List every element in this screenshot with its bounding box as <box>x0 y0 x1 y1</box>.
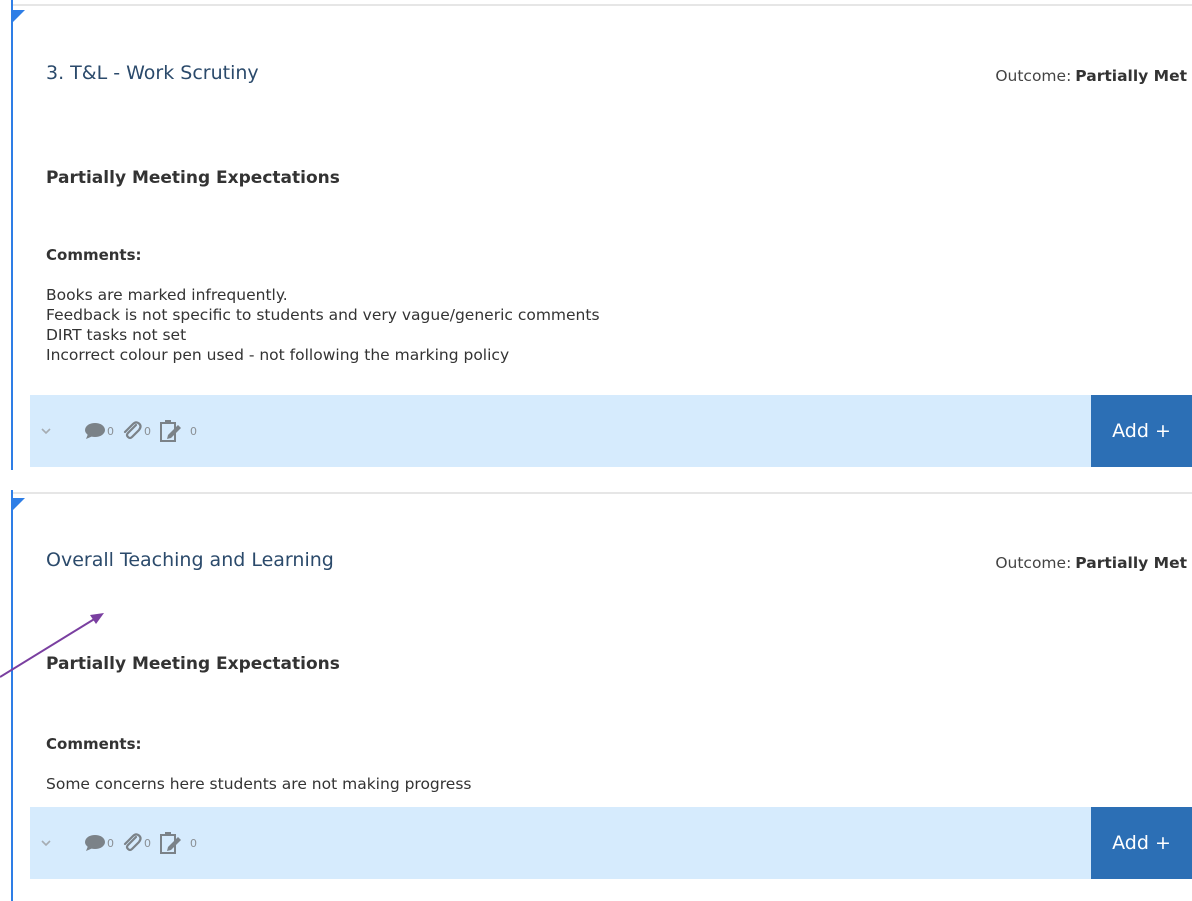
comment-count: 0 <box>107 424 114 438</box>
task-count: 0 <box>190 424 197 438</box>
attachment-count: 0 <box>144 424 151 438</box>
outcome-value: Partially Met <box>1075 554 1187 572</box>
review-card-overall-teaching: Overall Teaching and Learning Outcome: Pa… <box>11 490 1192 901</box>
expectation-heading: Partially Meeting Expectations <box>46 168 340 188</box>
actions-bar: 0 0 0 Add + <box>30 807 1192 879</box>
outcome-label: Outcome: <box>995 67 1072 85</box>
tasks-counter[interactable]: 0 <box>158 831 200 855</box>
comment-icon <box>85 835 105 851</box>
attachment-count: 0 <box>144 836 151 850</box>
edit-task-icon <box>160 832 181 854</box>
task-count: 0 <box>190 836 197 850</box>
comment-line: Some concerns here students are not maki… <box>46 775 472 793</box>
paperclip-icon <box>123 833 142 852</box>
outcome-value: Partially Met <box>1075 67 1187 85</box>
comments-label: Comments: <box>46 246 142 264</box>
comment-line: Feedback is not specific to students and… <box>46 306 600 324</box>
attachments-counter[interactable]: 0 <box>121 832 154 854</box>
bar-icons: 0 0 0 <box>40 831 204 855</box>
page: 3. T&L - Work Scrutiny Outcome: Partially… <box>0 0 1192 901</box>
paperclip-icon <box>123 421 142 440</box>
chevron-down-icon[interactable] <box>40 425 52 437</box>
comments-text: Some concerns here students are not maki… <box>46 774 472 794</box>
card-title: 3. T&L - Work Scrutiny <box>46 62 259 84</box>
comment-icon <box>85 423 105 439</box>
actions-bar: 0 0 0 Add + <box>30 395 1192 467</box>
bar-icons: 0 0 0 <box>40 419 204 443</box>
add-button[interactable]: Add + <box>1091 807 1192 879</box>
comments-counter[interactable]: 0 <box>84 422 117 440</box>
review-card-work-scrutiny: 3. T&L - Work Scrutiny Outcome: Partially… <box>11 0 1192 470</box>
tasks-counter[interactable]: 0 <box>158 419 200 443</box>
comment-count: 0 <box>107 836 114 850</box>
card-divider <box>13 4 1192 6</box>
comment-line: DIRT tasks not set <box>46 326 187 344</box>
expectation-heading: Partially Meeting Expectations <box>46 654 340 674</box>
comments-label: Comments: <box>46 735 142 753</box>
card-divider <box>13 492 1192 494</box>
corner-flag-icon <box>13 10 25 22</box>
comment-line: Books are marked infrequently. <box>46 286 288 304</box>
outcome: Outcome: Partially Met <box>995 67 1187 85</box>
comment-line: Incorrect colour pen used - not followin… <box>46 346 510 364</box>
card-title: Overall Teaching and Learning <box>46 549 334 571</box>
add-button[interactable]: Add + <box>1091 395 1192 467</box>
outcome: Outcome: Partially Met <box>995 554 1187 572</box>
edit-task-icon <box>160 420 181 442</box>
outcome-label: Outcome: <box>995 554 1072 572</box>
comments-counter[interactable]: 0 <box>84 834 117 852</box>
chevron-down-icon[interactable] <box>40 837 52 849</box>
corner-flag-icon <box>13 498 25 510</box>
comments-text: Books are marked infrequently. Feedback … <box>46 285 600 365</box>
attachments-counter[interactable]: 0 <box>121 420 154 442</box>
